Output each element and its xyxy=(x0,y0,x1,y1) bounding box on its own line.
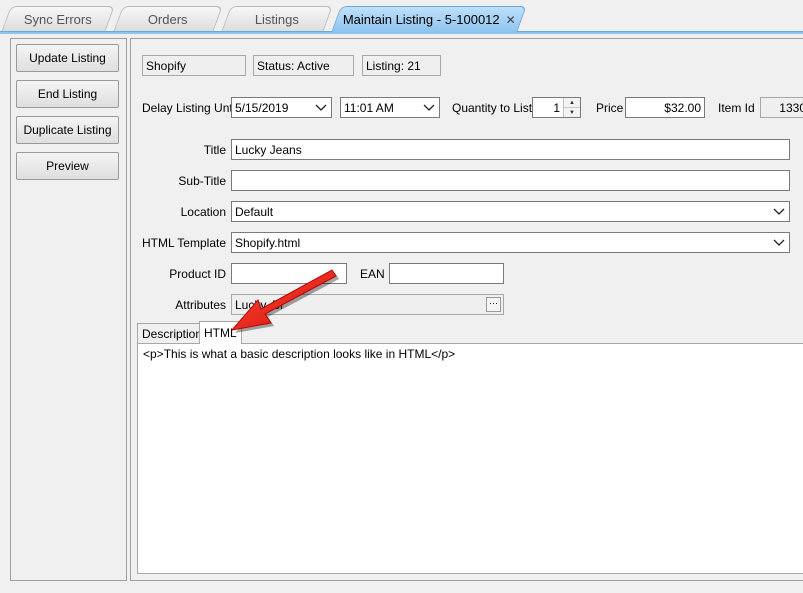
tab-label: Maintain Listing - 5-100012 xyxy=(342,12,500,27)
location-select[interactable]: Default xyxy=(231,201,790,222)
channel-field: Shopify xyxy=(142,55,246,76)
price-input[interactable]: $32.00 xyxy=(625,97,705,118)
spin-up-icon[interactable]: ▲ xyxy=(564,98,580,108)
attributes-value: Lucky, Bl xyxy=(235,298,283,312)
end-listing-button[interactable]: End Listing xyxy=(16,80,119,108)
title-label: Title xyxy=(203,143,226,157)
html-editor-content: <p>This is what a basic description look… xyxy=(143,347,456,361)
delay-time-value: 11:01 AM xyxy=(344,101,394,115)
ean-label: EAN xyxy=(360,267,385,281)
update-listing-button[interactable]: Update Listing xyxy=(16,44,119,72)
chevron-down-icon xyxy=(423,104,435,111)
delay-time-select[interactable]: 11:01 AM xyxy=(340,97,440,118)
status-field: Status: Active xyxy=(253,55,354,76)
tab-orders[interactable]: Orders xyxy=(113,6,223,32)
subtitle-input[interactable] xyxy=(231,170,790,191)
html-template-select[interactable]: Shopify.html xyxy=(231,232,790,253)
item-id-label: Item Id xyxy=(718,101,755,115)
close-icon[interactable]: ✕ xyxy=(505,13,515,27)
product-id-input[interactable] xyxy=(231,263,347,284)
html-editor[interactable]: <p>This is what a basic description look… xyxy=(137,343,803,574)
product-id-label: Product ID xyxy=(169,267,226,281)
preview-button[interactable]: Preview xyxy=(16,152,119,180)
html-template-value: Shopify.html xyxy=(235,236,301,250)
quantity-stepper[interactable]: 1 ▲ ▼ xyxy=(532,97,581,118)
tab-label: Listings xyxy=(254,12,299,27)
tab-maintain-listing[interactable]: Maintain Listing - 5-100012 ✕ xyxy=(331,6,527,32)
title-input[interactable]: Lucky Jeans xyxy=(231,139,790,160)
location-value: Default xyxy=(235,205,274,219)
attributes-label: Attributes xyxy=(175,298,226,312)
delay-date-value: 5/15/2019 xyxy=(235,101,289,115)
tab-listings[interactable]: Listings xyxy=(221,6,333,32)
subtitle-label: Sub-Title xyxy=(178,174,226,188)
location-label: Location xyxy=(180,205,226,219)
chevron-down-icon xyxy=(773,239,785,246)
chevron-down-icon xyxy=(315,104,327,111)
ean-input[interactable] xyxy=(389,263,504,284)
quantity-spin-buttons[interactable]: ▲ ▼ xyxy=(563,98,580,117)
item-id-field: 1330 xyxy=(760,97,803,118)
tab-html[interactable]: HTML xyxy=(199,321,242,344)
price-label: Price xyxy=(596,101,624,115)
spin-down-icon[interactable]: ▼ xyxy=(564,108,580,117)
tab-sync-errors[interactable]: Sync Errors xyxy=(1,6,115,32)
chevron-down-icon xyxy=(773,208,785,215)
attributes-field: Lucky, Bl ··· xyxy=(231,294,504,315)
html-template-label: HTML Template xyxy=(141,236,226,250)
tab-description[interactable]: Description xyxy=(137,323,208,344)
ellipsis-icon[interactable]: ··· xyxy=(486,297,501,312)
quantity-value: 1 xyxy=(553,101,560,115)
tab-label: Sync Errors xyxy=(23,12,92,27)
delay-date-select[interactable]: 5/15/2019 xyxy=(231,97,332,118)
tab-label: Orders xyxy=(147,12,188,27)
duplicate-listing-button[interactable]: Duplicate Listing xyxy=(16,116,119,144)
delay-label: Delay Listing Until xyxy=(142,101,239,115)
listing-count-field: Listing: 21 xyxy=(362,55,441,76)
quantity-label: Quantity to List xyxy=(452,101,533,115)
